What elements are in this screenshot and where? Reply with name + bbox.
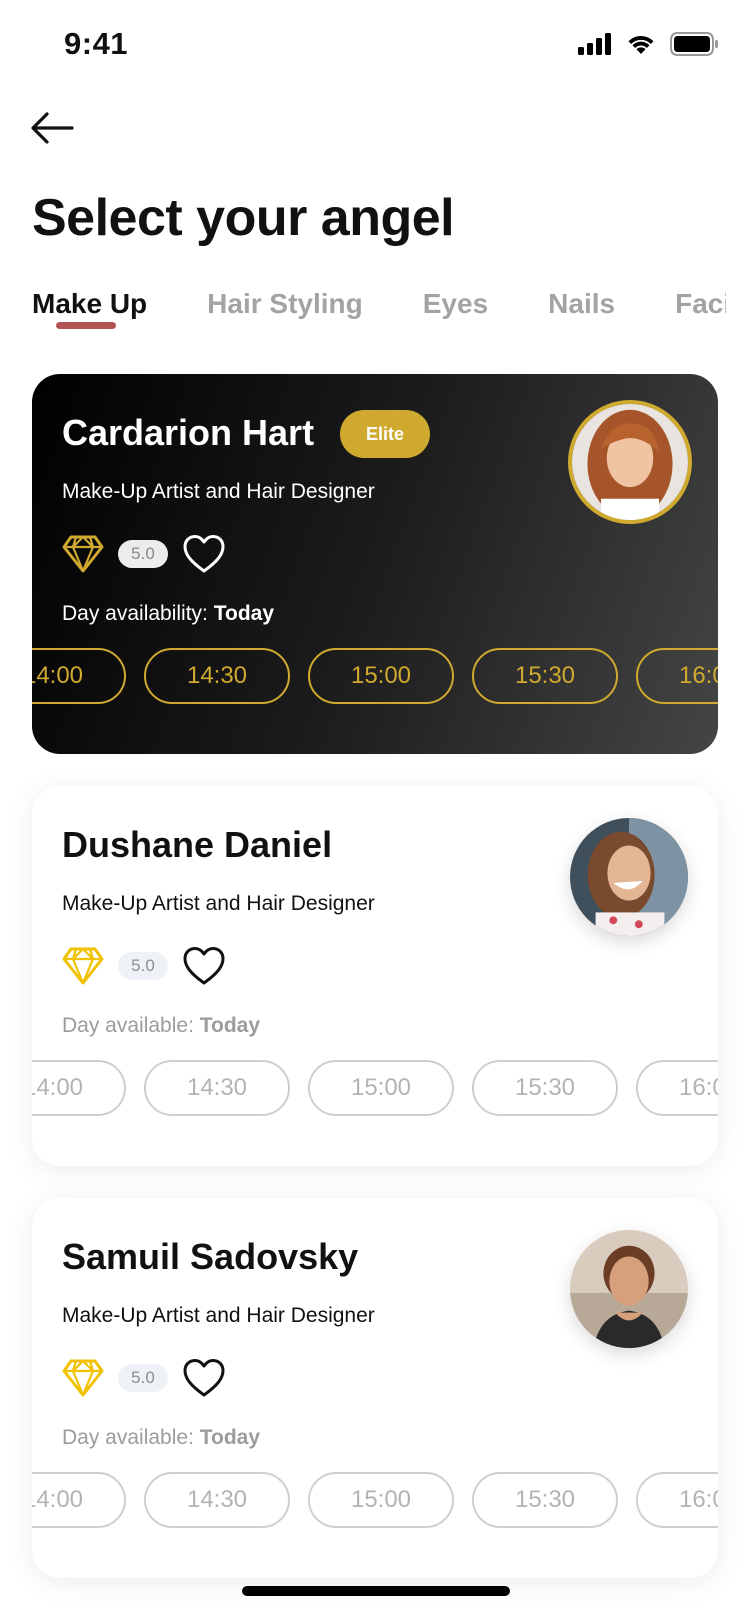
time-slot[interactable]: 14:00 (32, 648, 126, 704)
availability-label: Day availability: (62, 602, 208, 625)
rating-badge: 5.0 (118, 1364, 168, 1392)
avatar-image (572, 404, 688, 520)
heart-icon[interactable] (182, 946, 226, 986)
time-slots: 14:00 14:30 15:00 15:30 16:00 (32, 1472, 718, 1528)
availability-value: Today (213, 602, 275, 625)
avatar (568, 400, 692, 524)
status-bar: 9:41 (0, 0, 750, 90)
time-slot[interactable]: 16:00 (636, 648, 718, 704)
cellular-signal-icon (578, 33, 611, 55)
back-button[interactable] (28, 108, 76, 148)
availability-label: Day available: (62, 1014, 194, 1037)
heart-icon[interactable] (182, 1358, 226, 1398)
availability-value: Today (199, 1426, 261, 1449)
artist-role: Make-Up Artist and Hair Designer (62, 1304, 375, 1327)
elite-badge: Elite (340, 410, 430, 458)
wifi-icon (628, 35, 654, 54)
tab-nails[interactable]: Nails (548, 288, 615, 320)
time-slot[interactable]: 15:30 (472, 1060, 618, 1116)
artist-card[interactable]: Samuil Sadovsky Make-Up Artist and Hair … (32, 1198, 718, 1578)
time-slot[interactable]: 15:30 (472, 648, 618, 704)
availability-label: Day available: (62, 1426, 194, 1449)
time-slot[interactable]: 15:00 (308, 1472, 454, 1528)
rating-row: 5.0 (62, 1358, 226, 1398)
rating-row: 5.0 (62, 946, 226, 986)
availability-value: Today (199, 1014, 261, 1037)
time-slot[interactable]: 14:00 (32, 1472, 126, 1528)
avatar-image (570, 1230, 688, 1348)
time-slot[interactable]: 14:30 (144, 1472, 290, 1528)
artist-card[interactable]: Cardarion Hart Elite Make-Up Artist and … (32, 374, 718, 754)
battery-icon (670, 32, 718, 56)
time-slot[interactable]: 15:00 (308, 1060, 454, 1116)
tab-hair-styling[interactable]: Hair Styling (207, 288, 363, 320)
avatar-image (570, 818, 688, 936)
status-icons (578, 32, 718, 56)
time-slot[interactable]: 14:00 (32, 1060, 126, 1116)
time-slots: 14:00 14:30 15:00 15:30 16:00 (32, 648, 718, 704)
tab-make-up[interactable]: Make Up (32, 288, 147, 320)
availability: Day available: Today (62, 1426, 260, 1450)
diamond-icon (62, 947, 104, 985)
artist-card[interactable]: Dushane Daniel Make-Up Artist and Hair D… (32, 786, 718, 1166)
avatar (570, 1230, 688, 1348)
artist-name: Samuil Sadovsky (62, 1236, 359, 1277)
heart-icon[interactable] (182, 534, 226, 574)
artist-name: Cardarion Hart (62, 412, 315, 453)
rating-badge: 5.0 (118, 540, 168, 568)
artist-name: Dushane Daniel (62, 824, 333, 865)
time-slot[interactable]: 16:00 (636, 1060, 718, 1116)
tab-facial[interactable]: Facial (675, 288, 726, 320)
time-slot[interactable]: 16:00 (636, 1472, 718, 1528)
time-slot[interactable]: 15:30 (472, 1472, 618, 1528)
artist-role: Make-Up Artist and Hair Designer (62, 892, 375, 915)
arrow-left-icon (31, 112, 74, 144)
diamond-icon (62, 1359, 104, 1397)
time-slot[interactable]: 15:00 (308, 648, 454, 704)
time-slots: 14:00 14:30 15:00 15:30 16:00 (32, 1060, 718, 1116)
category-tabs: Make Up Hair Styling Eyes Nails Facial (0, 270, 726, 330)
availability: Day availability: Today (62, 602, 274, 626)
diamond-icon (62, 535, 104, 573)
page-title: Select your angel (32, 189, 455, 247)
active-tab-indicator (56, 322, 116, 329)
time-slot[interactable]: 14:30 (144, 648, 290, 704)
tab-eyes[interactable]: Eyes (423, 288, 488, 320)
avatar (570, 818, 688, 936)
artist-role: Make-Up Artist and Hair Designer (62, 480, 375, 503)
rating-badge: 5.0 (118, 952, 168, 980)
availability: Day available: Today (62, 1014, 260, 1038)
time-slot[interactable]: 14:30 (144, 1060, 290, 1116)
rating-row: 5.0 (62, 534, 226, 574)
status-time: 9:41 (64, 26, 129, 61)
home-indicator (242, 1586, 510, 1596)
